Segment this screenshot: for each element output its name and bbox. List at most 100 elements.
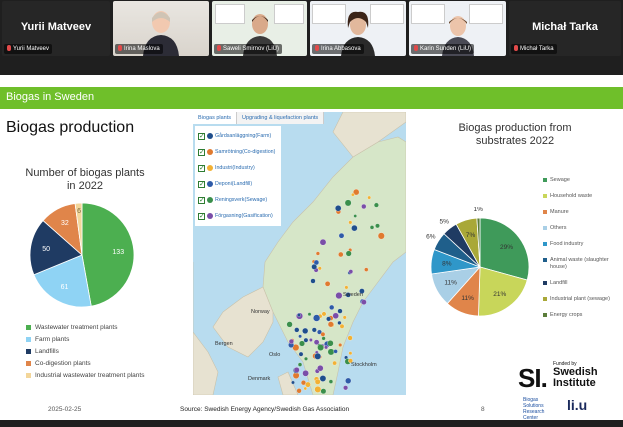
plant-marker[interactable] bbox=[351, 192, 355, 197]
plant-marker[interactable] bbox=[327, 348, 335, 356]
plant-marker[interactable] bbox=[367, 195, 372, 200]
plant-marker[interactable] bbox=[338, 232, 345, 239]
plant-marker[interactable] bbox=[335, 292, 343, 300]
plant-marker[interactable] bbox=[361, 299, 367, 305]
plant-marker[interactable] bbox=[342, 315, 347, 320]
plant-marker[interactable] bbox=[298, 351, 304, 357]
plant-marker[interactable] bbox=[311, 327, 317, 333]
plant-marker[interactable] bbox=[333, 349, 338, 354]
checkbox-icon[interactable] bbox=[198, 148, 205, 156]
plant-marker[interactable] bbox=[328, 379, 334, 384]
plant-marker[interactable] bbox=[324, 281, 331, 287]
plant-marker[interactable] bbox=[310, 278, 316, 284]
plant-marker[interactable] bbox=[335, 205, 342, 212]
plant-marker[interactable] bbox=[326, 316, 332, 322]
plant-marker[interactable] bbox=[351, 224, 358, 232]
legend-item: Food industry bbox=[543, 241, 618, 248]
plant-marker[interactable] bbox=[321, 336, 326, 341]
plant-marker[interactable] bbox=[288, 338, 294, 345]
layer-toggle-3[interactable]: Deponi(Landfill) bbox=[198, 176, 278, 192]
plant-marker[interactable] bbox=[345, 377, 352, 384]
plant-marker[interactable] bbox=[297, 313, 301, 317]
participant-tile-4[interactable]: Karin Sunden (LiU) bbox=[409, 1, 506, 56]
plant-marker[interactable] bbox=[324, 345, 329, 350]
plant-marker[interactable] bbox=[321, 311, 327, 317]
plant-marker[interactable] bbox=[315, 251, 320, 256]
participant-tile-0[interactable]: Yurii Matveev Yurii Matveev bbox=[2, 1, 110, 56]
plant-marker[interactable] bbox=[332, 312, 339, 319]
checkbox-icon[interactable] bbox=[198, 196, 205, 204]
checkbox-icon[interactable] bbox=[198, 164, 205, 172]
plant-marker[interactable] bbox=[348, 220, 353, 225]
plant-marker[interactable] bbox=[304, 356, 308, 361]
layer-toggle-2[interactable]: Industri(Industry) bbox=[198, 160, 278, 176]
plant-marker[interactable] bbox=[298, 334, 302, 339]
layer-toggle-5[interactable]: Förgasning(Gasification) bbox=[198, 208, 278, 224]
plant-marker[interactable] bbox=[286, 321, 293, 328]
plant-marker[interactable] bbox=[377, 232, 385, 240]
plant-marker[interactable] bbox=[313, 259, 320, 266]
plant-marker[interactable] bbox=[369, 225, 375, 230]
plant-marker[interactable] bbox=[353, 214, 357, 218]
plant-marker[interactable] bbox=[302, 327, 309, 334]
plant-marker[interactable] bbox=[337, 308, 343, 314]
plant-marker[interactable] bbox=[347, 335, 353, 341]
plant-marker[interactable] bbox=[297, 362, 303, 367]
plant-marker[interactable] bbox=[348, 269, 354, 274]
plant-marker[interactable] bbox=[317, 266, 322, 271]
plant-marker[interactable] bbox=[373, 202, 379, 208]
plant-marker[interactable] bbox=[294, 327, 300, 333]
plant-marker[interactable] bbox=[329, 304, 335, 310]
plant-marker[interactable] bbox=[338, 251, 344, 258]
plant-marker[interactable] bbox=[348, 351, 353, 356]
layer-toggle-0[interactable]: Gårdsanläggning(Farm) bbox=[198, 128, 278, 144]
plant-marker[interactable] bbox=[314, 386, 322, 393]
plant-marker[interactable] bbox=[319, 238, 327, 246]
plant-marker[interactable] bbox=[320, 331, 326, 337]
plant-marker[interactable] bbox=[319, 375, 327, 382]
tab-upgrading-plants[interactable]: Upgrading & liquefaction plants bbox=[237, 112, 325, 124]
plant-marker[interactable] bbox=[332, 360, 337, 366]
participant-tile-1[interactable]: Irina Maslova bbox=[113, 1, 209, 56]
checkbox-icon[interactable] bbox=[198, 180, 205, 188]
plant-marker[interactable] bbox=[327, 340, 334, 347]
plant-marker[interactable] bbox=[291, 380, 295, 385]
plant-marker[interactable] bbox=[314, 352, 322, 360]
plant-marker[interactable] bbox=[313, 314, 321, 322]
layer-toggle-1[interactable]: Samrötning(Co-digestion) bbox=[198, 144, 278, 160]
plant-marker[interactable] bbox=[299, 340, 305, 347]
plant-marker[interactable] bbox=[302, 370, 309, 377]
plant-marker[interactable] bbox=[343, 385, 349, 391]
checkbox-icon[interactable] bbox=[198, 132, 205, 140]
plant-marker[interactable] bbox=[344, 199, 352, 207]
participant-tile-5[interactable]: Michał Tarka Michał Tarka bbox=[509, 1, 621, 56]
checkbox-icon[interactable] bbox=[198, 212, 205, 220]
plant-marker[interactable] bbox=[317, 344, 324, 351]
plant-marker[interactable] bbox=[293, 367, 300, 373]
plant-marker[interactable] bbox=[339, 323, 345, 329]
pie-data-label-4: 8% bbox=[442, 260, 452, 267]
plant-marker[interactable] bbox=[303, 386, 308, 391]
plant-marker[interactable] bbox=[314, 378, 321, 385]
plant-marker[interactable] bbox=[307, 312, 312, 317]
plant-marker[interactable] bbox=[375, 223, 380, 229]
plant-marker[interactable] bbox=[305, 381, 311, 388]
plant-marker[interactable] bbox=[296, 388, 302, 394]
plant-marker[interactable] bbox=[364, 267, 369, 272]
plant-marker[interactable] bbox=[337, 320, 342, 325]
plant-marker[interactable] bbox=[320, 388, 327, 395]
layer-toggle-4[interactable]: Reningsverk(Sewage) bbox=[198, 192, 278, 208]
plant-marker[interactable] bbox=[338, 343, 343, 347]
plant-marker[interactable] bbox=[303, 337, 309, 343]
plant-marker[interactable] bbox=[317, 365, 324, 372]
plant-marker[interactable] bbox=[345, 250, 352, 257]
plant-marker[interactable] bbox=[313, 339, 320, 345]
tab-biogas-plants[interactable]: Biogas plants bbox=[193, 112, 238, 124]
participant-tile-2[interactable]: Saweli Smirnov (LiU) bbox=[212, 1, 307, 56]
plant-marker[interactable] bbox=[327, 321, 334, 328]
plant-marker[interactable] bbox=[309, 338, 313, 342]
plant-marker[interactable] bbox=[344, 285, 349, 290]
participant-tile-3[interactable]: Irina Abbasova bbox=[310, 1, 406, 56]
biogas-map[interactable]: Biogas plants Upgrading & liquefaction p… bbox=[193, 112, 406, 395]
plant-marker[interactable] bbox=[361, 203, 367, 210]
